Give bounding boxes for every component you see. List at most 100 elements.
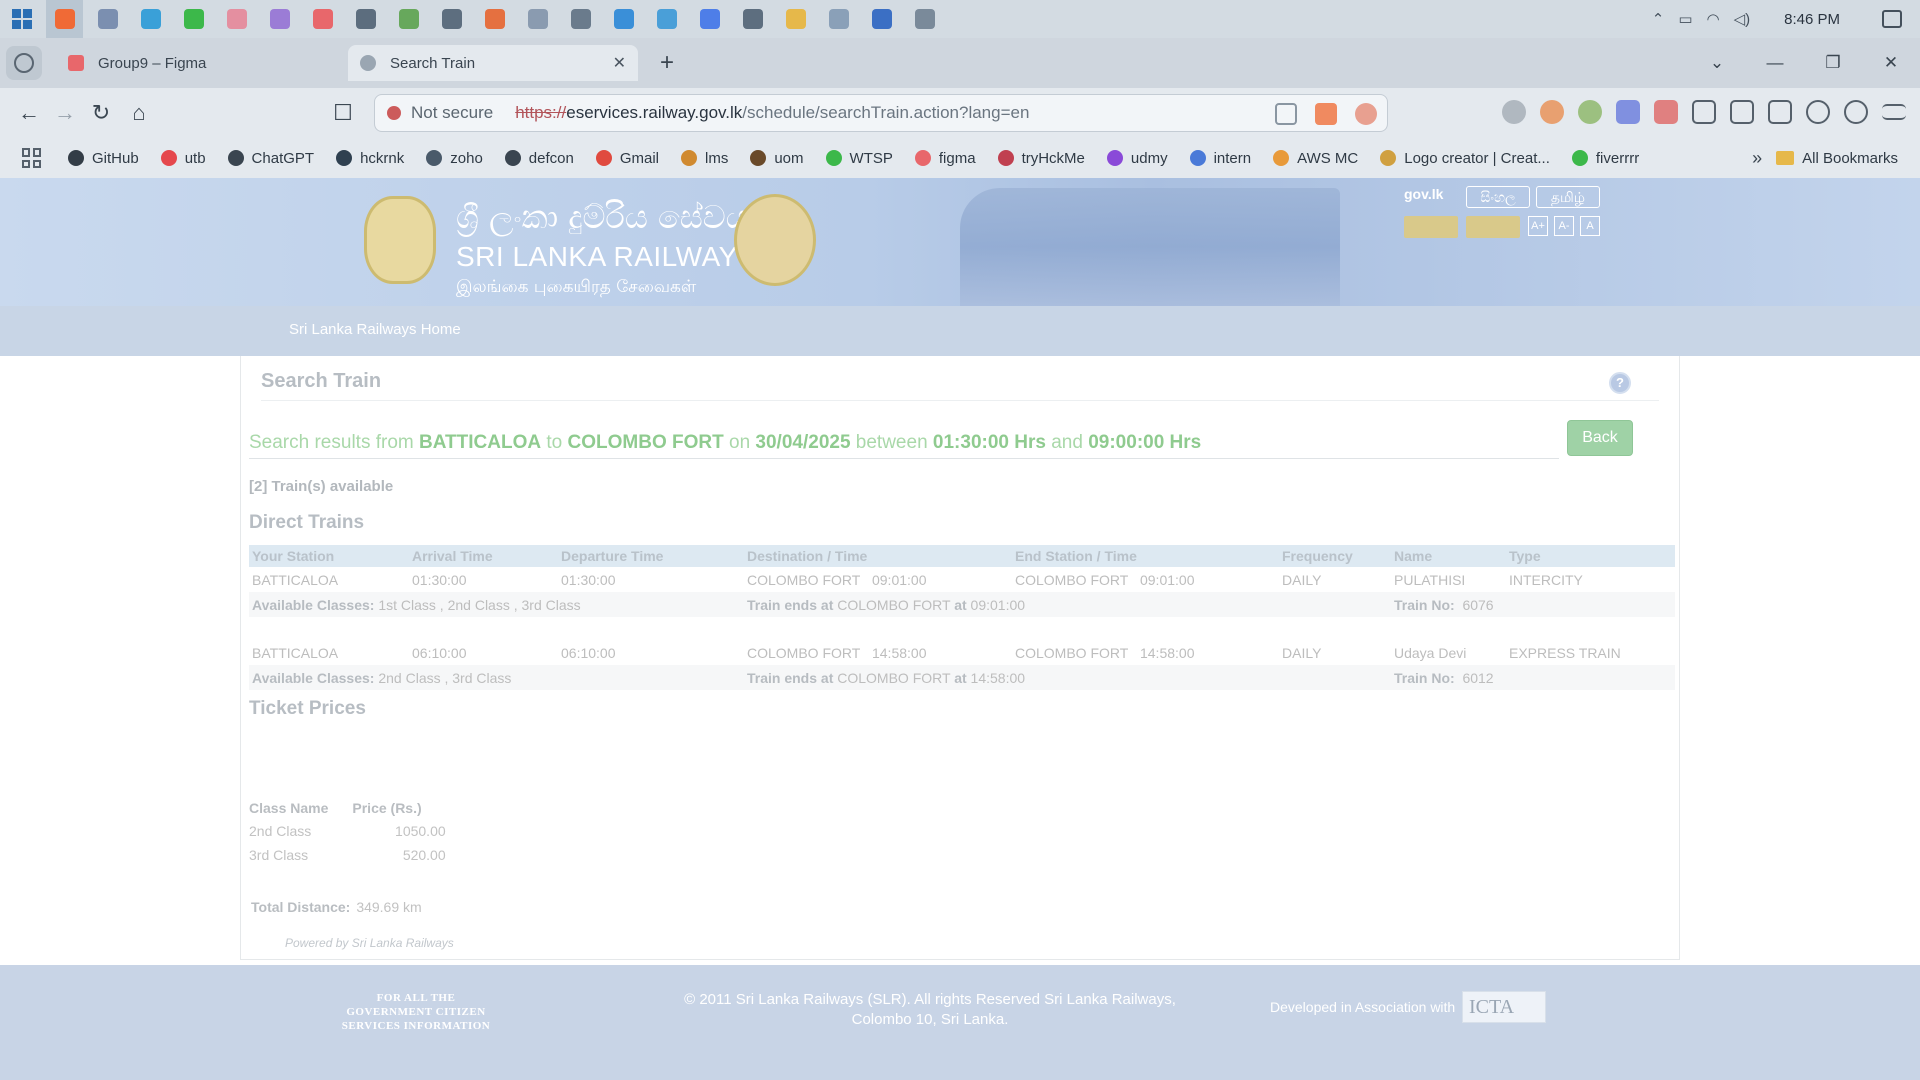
taskbar-app-button[interactable] [347, 0, 384, 38]
tab-title: Group9 – Figma [98, 54, 207, 72]
extension-icon[interactable] [1616, 100, 1640, 124]
gov-logo-icon[interactable] [1404, 216, 1458, 238]
bookmark-label: figma [938, 149, 976, 167]
lang-sinhala-button[interactable]: සිංහල [1466, 186, 1530, 208]
more-bookmarks-icon[interactable]: » [1752, 148, 1762, 169]
bookmark-item[interactable]: ChatGPT [227, 150, 314, 167]
back-arrow-icon[interactable]: ← [14, 98, 44, 128]
bookmark-item[interactable]: AWS MC [1273, 150, 1358, 167]
brave-shield-icon[interactable] [1315, 103, 1337, 125]
warning-icon[interactable] [387, 106, 401, 120]
share-icon[interactable] [1275, 103, 1297, 125]
taskbar-app-button[interactable] [605, 0, 642, 38]
extension-icon[interactable] [1540, 100, 1564, 124]
taskbar-app-button[interactable] [476, 0, 513, 38]
leo-ai-icon[interactable] [1806, 100, 1830, 124]
bookmark-item[interactable]: defcon [504, 150, 574, 167]
font-reset-button[interactable]: A [1580, 216, 1600, 236]
taskbar-app-button[interactable] [734, 0, 771, 38]
new-tab-button[interactable]: + [652, 48, 682, 78]
lang-tamil-button[interactable]: தமிழ் [1536, 186, 1600, 208]
start-button[interactable] [0, 0, 44, 38]
taskbar-app-button[interactable] [390, 0, 427, 38]
taskbar-app-button[interactable] [906, 0, 943, 38]
chevron-up-icon[interactable]: ⌃ [1652, 10, 1665, 28]
taskbar-app-button[interactable] [691, 0, 728, 38]
bookmark-item[interactable]: intern [1189, 150, 1251, 167]
gov-lk-link[interactable]: gov.lk [1404, 186, 1460, 208]
url-scheme: https:// [515, 103, 567, 122]
rewards-icon[interactable] [1355, 103, 1377, 125]
sidebar-icon[interactable] [1730, 100, 1754, 124]
menu-icon[interactable] [1882, 104, 1906, 120]
profile-button[interactable] [6, 46, 42, 80]
folder-icon [1776, 151, 1795, 165]
battery-icon[interactable]: ▭ [1678, 10, 1692, 28]
taskbar-app-button[interactable] [175, 0, 212, 38]
bookmark-item[interactable]: lms [681, 150, 728, 167]
wallet-icon[interactable] [1768, 100, 1792, 124]
close-tab-icon[interactable]: ✕ [613, 53, 626, 73]
taskbar-app-button[interactable] [218, 0, 255, 38]
volume-icon[interactable]: ◁) [1734, 10, 1751, 28]
bookmark-item[interactable]: Logo creator | Creat... [1380, 150, 1550, 167]
site-footer: FOR ALL THE GOVERNMENT CITIZEN SERVICES … [0, 965, 1920, 1080]
gov-info-logo[interactable]: FOR ALL THE GOVERNMENT CITIZEN SERVICES … [336, 991, 496, 1033]
icta-logo[interactable]: ICTA [1462, 991, 1546, 1023]
taskbar-app-button[interactable] [46, 0, 83, 38]
bookmark-item[interactable]: utb [160, 150, 206, 167]
puzzle-icon[interactable] [1692, 100, 1716, 124]
taskbar-app-button[interactable] [132, 0, 169, 38]
bookmark-item[interactable]: uom [750, 150, 804, 167]
restore-icon[interactable]: ❐ [1804, 53, 1862, 73]
forward-arrow-icon[interactable]: → [50, 98, 80, 128]
font-decrease-button[interactable]: A- [1554, 216, 1574, 236]
extension-icon[interactable] [1654, 100, 1678, 124]
extension-icon[interactable] [1578, 100, 1602, 124]
font-increase-button[interactable]: A+ [1528, 216, 1548, 236]
spacer-row [249, 617, 1675, 640]
taskbar-app-button[interactable] [777, 0, 814, 38]
address-bar[interactable]: Not secure https:// eservices.railway.go… [374, 94, 1388, 132]
close-window-icon[interactable]: ✕ [1862, 53, 1920, 73]
apps-grid-icon[interactable] [22, 148, 42, 168]
wifi-icon[interactable]: ◠ [1707, 10, 1720, 28]
bookmark-item[interactable]: WTSP [825, 150, 893, 167]
bookmark-item[interactable]: fiverrrr [1571, 150, 1639, 167]
vpn-icon[interactable] [1844, 100, 1868, 124]
menu-home-link[interactable]: Sri Lanka Railways Home [289, 321, 461, 338]
help-icon[interactable]: ? [1609, 372, 1631, 394]
gov-logo-icon[interactable] [1466, 216, 1520, 238]
security-label[interactable]: Not secure [411, 103, 493, 123]
class-name: 3rd Class [249, 847, 309, 863]
tab-figma[interactable]: Group9 – Figma [56, 45, 346, 81]
taskbar-app-button[interactable] [562, 0, 599, 38]
bookmark-item[interactable]: zoho [426, 150, 483, 167]
reload-icon[interactable]: ↻ [86, 98, 116, 128]
back-button[interactable]: Back [1567, 420, 1633, 456]
taskbar-app-button[interactable] [433, 0, 470, 38]
taskbar-app-button[interactable] [863, 0, 900, 38]
bookmark-icon[interactable]: ☐ [328, 98, 358, 128]
taskbar-app-button[interactable] [304, 0, 341, 38]
home-icon[interactable]: ⌂ [124, 98, 154, 128]
taskbar-app-button[interactable] [648, 0, 685, 38]
tab-search-train[interactable]: Search Train ✕ [348, 45, 638, 81]
tab-search-icon[interactable]: ⌄ [1688, 53, 1746, 73]
bookmark-item[interactable]: Gmail [595, 150, 659, 167]
taskbar-app-button[interactable] [89, 0, 126, 38]
all-bookmarks-button[interactable]: All Bookmarks [1776, 150, 1898, 167]
bookmark-item[interactable]: hckrnk [336, 150, 404, 167]
site-brand[interactable]: ශ්‍රී ලංකා දුම්රිය සේවය SRI LANKA RAILWA… [456, 198, 757, 299]
bookmark-item[interactable]: tryHckMe [997, 150, 1085, 167]
taskbar-app-button[interactable] [519, 0, 556, 38]
notification-icon[interactable] [1882, 10, 1902, 28]
taskbar-clock[interactable]: 8:46 PM [1784, 11, 1840, 28]
bookmark-item[interactable]: udmy [1106, 150, 1168, 167]
taskbar-app-button[interactable] [261, 0, 298, 38]
taskbar-app-button[interactable] [820, 0, 857, 38]
bookmark-item[interactable]: figma [914, 149, 976, 167]
extension-icon[interactable] [1502, 100, 1526, 124]
minimize-icon[interactable]: — [1746, 53, 1804, 73]
bookmark-item[interactable]: GitHub [68, 150, 139, 167]
